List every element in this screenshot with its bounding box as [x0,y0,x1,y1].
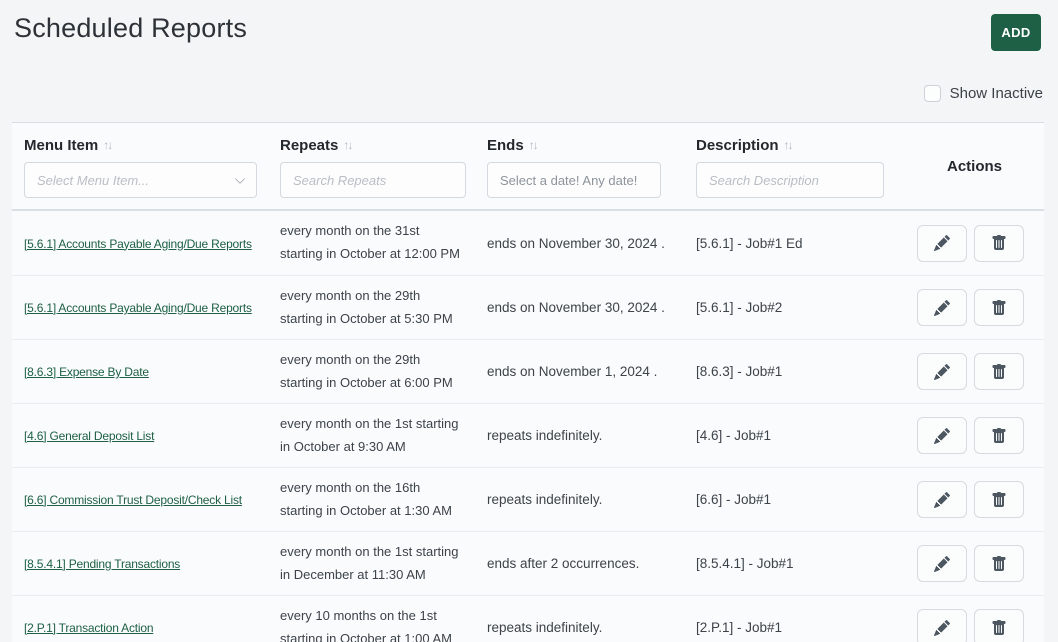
repeats-text: every month on the 16th starting in Octo… [280,479,452,518]
table-header: Menu Item ↑↓ Repeats ↑↓ Ends [12,123,1044,211]
description-text: [6.6] - Job#1 [696,492,772,507]
add-button[interactable]: ADD [991,14,1041,51]
edit-button[interactable] [917,417,967,454]
menu-item-link[interactable]: [5.6.1] Accounts Payable Aging/Due Repor… [24,237,252,251]
sort-arrows-icon[interactable]: ↑↓ [343,138,353,152]
pencil-icon [934,555,950,572]
sort-header-repeats[interactable]: Repeats ↑↓ [280,134,463,156]
repeats-filter-input[interactable] [280,162,466,198]
column-label: Ends [487,136,524,154]
sort-arrows-icon[interactable]: ↑↓ [529,138,539,152]
column-header-menu-item: Menu Item ↑↓ [12,123,268,209]
menu-item-link[interactable]: [8.5.4.1] Pending Transactions [24,557,180,571]
menu-item-link[interactable]: [4.6] General Deposit List [24,429,154,443]
description-text: [4.6] - Job#1 [696,428,772,443]
repeats-text: every month on the 1st starting in Octob… [280,415,459,454]
repeats-text: every month on the 1st starting in Decem… [280,543,459,582]
column-label: Repeats [280,136,339,154]
scheduled-reports-table: Menu Item ↑↓ Repeats ↑↓ Ends [12,122,1044,642]
pencil-icon [934,619,950,636]
ends-text: repeats indefinitely. [487,492,603,507]
menu-item-filter-select[interactable] [24,162,257,198]
page-header: Scheduled Reports ADD [0,0,1058,52]
ends-text: ends on November 30, 2024 . [487,300,665,315]
delete-button[interactable] [974,545,1024,582]
pencil-icon [934,427,950,444]
sort-header-ends[interactable]: Ends ↑↓ [487,134,672,156]
toolbar-row: Show Inactive [0,83,1058,103]
menu-item-link[interactable]: [2.P.1] Transaction Action [24,621,154,635]
trash-icon [991,491,1007,508]
description-text: [2.P.1] - Job#1 [696,620,783,635]
ends-text: ends on November 30, 2024 . [487,235,665,251]
table-row: [8.5.4.1] Pending Transactions every mon… [12,531,1044,595]
delete-button[interactable] [974,481,1024,518]
column-label: Actions [946,157,1002,175]
table-row: [5.6.1] Accounts Payable Aging/Due Repor… [12,211,1044,275]
trash-icon [991,555,1007,572]
repeats-text: every 10 months on the 1st starting in O… [280,607,452,642]
pencil-icon [934,299,950,316]
table-body: [5.6.1] Accounts Payable Aging/Due Repor… [12,211,1044,642]
pencil-icon [934,235,950,251]
table-row: [4.6] General Deposit List every month o… [12,403,1044,467]
description-filter-input[interactable] [696,162,884,198]
trash-icon [991,299,1007,316]
delete-button[interactable] [974,417,1024,454]
sort-arrows-icon[interactable]: ↑↓ [103,138,113,152]
trash-icon [991,427,1007,444]
description-text: [8.5.4.1] - Job#1 [696,556,794,571]
menu-item-link[interactable]: [8.6.3] Expense By Date [24,365,149,379]
repeats-text: every month on the 29th starting in Octo… [280,287,453,326]
delete-button[interactable] [974,609,1024,642]
table-row: [8.6.3] Expense By Date every month on t… [12,339,1044,403]
ends-date-filter-input[interactable] [487,162,661,198]
pencil-icon [934,363,950,380]
edit-button[interactable] [917,289,967,326]
trash-icon [991,363,1007,380]
delete-button[interactable] [974,353,1024,390]
column-label: Menu Item [24,136,99,154]
edit-button[interactable] [917,481,967,518]
column-header-ends: Ends ↑↓ [475,123,684,209]
delete-button[interactable] [974,289,1024,326]
page-title: Scheduled Reports [14,13,248,43]
menu-item-link[interactable]: [5.6.1] Accounts Payable Aging/Due Repor… [24,301,252,315]
show-inactive-label: Show Inactive [949,84,1043,102]
edit-button[interactable] [917,224,967,262]
ends-text: repeats indefinitely. [487,620,603,635]
trash-icon [991,619,1007,636]
table-row: [6.6] Commission Trust Deposit/Check Lis… [12,467,1044,531]
table-row: [2.P.1] Transaction Action every 10 mont… [12,595,1044,642]
edit-button[interactable] [917,353,967,390]
column-label: Description [696,136,779,154]
table-row: [5.6.1] Accounts Payable Aging/Due Repor… [12,275,1044,339]
column-header-description: Description ↑↓ [684,123,905,209]
description-text: [5.6.1] - Job#2 [696,300,783,315]
column-header-actions: Actions [905,123,1044,209]
sort-arrows-icon[interactable]: ↑↓ [784,138,794,152]
delete-button[interactable] [974,224,1024,262]
pencil-icon [934,491,950,508]
ends-text: ends on November 1, 2024 . [487,364,658,379]
ends-text: ends after 2 occurrences. [487,556,640,571]
menu-item-link[interactable]: [6.6] Commission Trust Deposit/Check Lis… [24,493,242,507]
edit-button[interactable] [917,609,967,642]
repeats-text: every month on the 29th starting in Octo… [280,351,453,390]
edit-button[interactable] [917,545,967,582]
description-text: [5.6.1] - Job#1 Ed [696,235,803,251]
sort-header-description[interactable]: Description ↑↓ [696,134,893,156]
repeats-text: every month on the 31st starting in Octo… [280,223,460,261]
description-text: [8.6.3] - Job#1 [696,364,783,379]
ends-text: repeats indefinitely. [487,428,603,443]
show-inactive-checkbox[interactable] [923,84,941,102]
trash-icon [991,235,1007,251]
column-header-repeats: Repeats ↑↓ [268,123,475,209]
sort-header-menu-item[interactable]: Menu Item ↑↓ [24,134,256,156]
menu-item-filter-wrap [24,162,257,198]
